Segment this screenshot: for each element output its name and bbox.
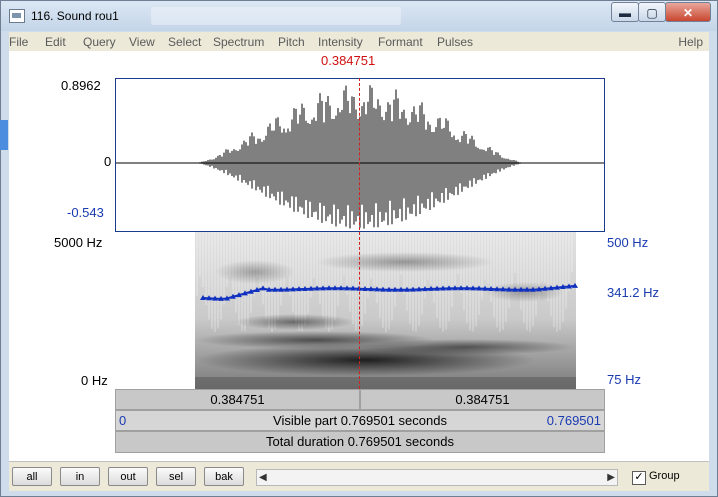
scroll-right-icon[interactable]: ▶ <box>607 472 615 483</box>
title-ghost-area <box>151 7 401 25</box>
waveform-panel[interactable] <box>115 78 605 232</box>
visible-part-bar[interactable]: 0 Visible part 0.769501 seconds 0.769501 <box>115 410 605 431</box>
waveform-zero-label: 0 <box>104 154 112 169</box>
menu-intensity[interactable]: Intensity <box>318 35 363 49</box>
close-button[interactable]: ✕ <box>665 2 711 22</box>
menu-file[interactable]: File <box>9 35 28 49</box>
waveform-plot <box>116 85 604 229</box>
waveform-max-label: 0.8962 <box>61 78 101 93</box>
zoom-in-button[interactable]: in <box>60 467 100 486</box>
praat-sound-editor-window: 116. Sound rou1 ▬ ▢ ✕ File Edit Query Vi… <box>0 0 718 497</box>
pitch-current-label: 341.2 Hz <box>607 285 660 300</box>
zoom-back-button[interactable]: bak <box>204 467 244 486</box>
menu-pitch[interactable]: Pitch <box>278 35 305 49</box>
time-segment-left[interactable]: 0.384751 <box>115 389 360 410</box>
pitch-top-label: 500 Hz <box>607 235 649 250</box>
zoom-out-button[interactable]: out <box>108 467 148 486</box>
visible-start-label: 0 <box>119 413 127 428</box>
waveform-min-label: -0.543 <box>67 205 104 220</box>
group-checkbox[interactable]: ✓ <box>632 471 646 485</box>
minimize-button[interactable]: ▬ <box>611 2 639 22</box>
title-bar[interactable]: 116. Sound rou1 ▬ ▢ ✕ <box>1 1 717 31</box>
cursor-line <box>359 78 360 389</box>
menu-spectrum[interactable]: Spectrum <box>213 35 264 49</box>
drawing-area[interactable]: 0.384751 0.8962 0 -0.543 5000 Hz 0 Hz 50… <box>9 51 709 461</box>
menu-help[interactable]: Help <box>678 35 703 49</box>
menu-select[interactable]: Select <box>168 35 201 49</box>
cursor-time-label: 0.384751 <box>321 53 376 68</box>
time-segment-right[interactable]: 0.384751 <box>360 389 605 410</box>
menu-edit[interactable]: Edit <box>45 35 66 49</box>
zoom-selection-button[interactable]: sel <box>156 467 196 486</box>
spectrogram-top-freq-label: 5000 Hz <box>54 235 103 250</box>
total-duration-bar[interactable]: Total duration 0.769501 seconds <box>115 431 605 453</box>
menu-bar: File Edit Query View Select Spectrum Pit… <box>9 32 709 51</box>
visible-part-label: Visible part 0.769501 seconds <box>273 413 447 428</box>
scroll-left-icon[interactable]: ◀ <box>259 472 267 483</box>
menu-pulses[interactable]: Pulses <box>437 35 473 49</box>
spectrogram-panel[interactable] <box>115 232 605 389</box>
group-label: Group <box>649 470 680 482</box>
spectrogram-plot <box>195 232 578 389</box>
visible-end-label: 0.769501 <box>546 413 601 428</box>
pitch-bottom-label: 75 Hz <box>607 372 641 387</box>
window-app-icon <box>9 9 25 23</box>
window-title: 116. Sound rou1 <box>31 9 119 23</box>
bottom-toolbar: all in out sel bak ◀ ▶ ✓ Group <box>9 461 709 491</box>
zoom-all-button[interactable]: all <box>12 467 52 486</box>
menu-formant[interactable]: Formant <box>378 35 423 49</box>
menu-view[interactable]: View <box>129 35 155 49</box>
maximize-button[interactable]: ▢ <box>638 2 666 22</box>
horizontal-scrollbar[interactable]: ◀ ▶ <box>256 469 618 486</box>
spectrogram-bottom-freq-label: 0 Hz <box>81 373 108 388</box>
menu-query[interactable]: Query <box>83 35 116 49</box>
editor-client-area: File Edit Query View Select Spectrum Pit… <box>9 32 709 491</box>
desktop-edge-strip <box>0 120 8 150</box>
